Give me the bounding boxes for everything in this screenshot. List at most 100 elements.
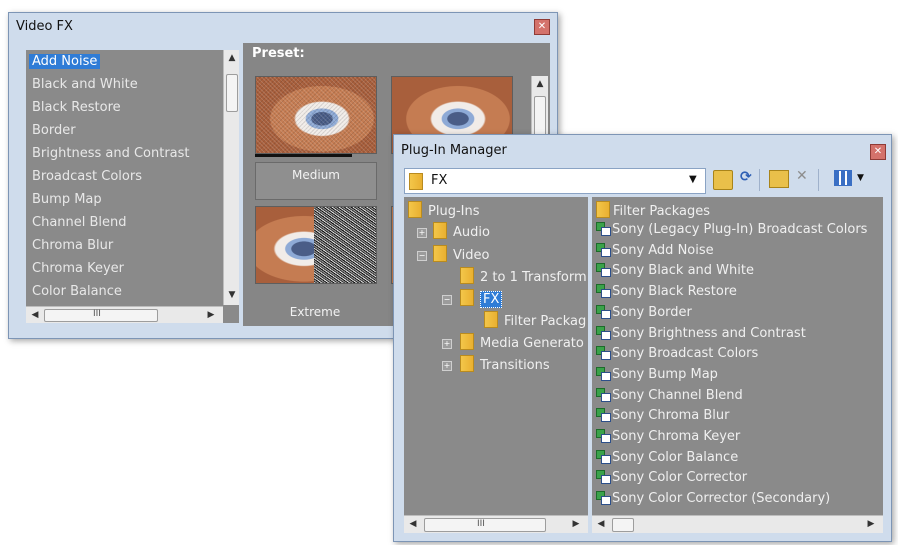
expand-plus-icon[interactable]: + xyxy=(417,228,427,238)
list-item[interactable]: Sony Add Noise xyxy=(596,242,714,258)
tree-item-video[interactable]: Video xyxy=(433,245,489,263)
plugin-icon xyxy=(596,470,611,485)
chevron-down-icon[interactable]: ▼ xyxy=(689,174,697,185)
tree-item-filter-packages[interactable]: Filter Packag xyxy=(484,311,586,329)
tree-horizontal-scrollbar[interactable]: ◀ III ▶ xyxy=(404,515,588,533)
scroll-right-arrow-icon[interactable]: ▶ xyxy=(864,519,878,529)
refresh-icon[interactable]: ⟳ xyxy=(740,169,752,185)
list-item-label: Sony Channel Blend xyxy=(612,387,743,403)
chevron-down-icon[interactable]: ▼ xyxy=(857,173,864,183)
scroll-up-arrow-icon[interactable]: ▲ xyxy=(225,53,239,63)
preset-label: Extreme xyxy=(289,305,341,319)
scroll-right-arrow-icon[interactable]: ▶ xyxy=(204,310,218,320)
effect-item[interactable]: Broadcast Colors xyxy=(32,169,142,184)
video-fx-title: Video FX xyxy=(16,19,73,34)
list-item[interactable]: Sony Brightness and Contrast xyxy=(596,325,806,341)
folder-icon xyxy=(460,267,474,284)
list-item[interactable]: Sony Border xyxy=(596,304,692,320)
tree-label: Media Generato xyxy=(480,336,584,351)
effects-list: Add Noise Black and White Black Restore … xyxy=(26,50,239,323)
tree-label: Plug-Ins xyxy=(428,204,480,219)
list-item[interactable]: Sony Channel Blend xyxy=(596,387,743,403)
scrollbar-thumb[interactable] xyxy=(612,518,634,532)
effect-item[interactable]: Chroma Blur xyxy=(32,238,113,253)
delete-icon[interactable]: ✕ xyxy=(796,168,808,184)
tree-item-2-to-1-transform[interactable]: 2 to 1 Transform xyxy=(460,267,587,285)
close-button[interactable]: ✕ xyxy=(534,19,550,35)
tree-label-selected: FX xyxy=(480,291,503,308)
up-folder-icon[interactable] xyxy=(713,170,733,190)
list-item-label: Sony Color Corrector xyxy=(612,470,748,486)
list-item[interactable]: Sony Color Balance xyxy=(596,449,739,465)
scrollbar-thumb[interactable]: III xyxy=(424,518,546,532)
selection-bar xyxy=(255,154,352,157)
list-item-label: Sony Chroma Keyer xyxy=(612,429,741,444)
folder-icon xyxy=(408,201,422,218)
preset-label-box[interactable]: Medium xyxy=(255,162,377,200)
scroll-left-arrow-icon[interactable]: ◀ xyxy=(594,519,608,529)
view-icon[interactable] xyxy=(834,170,852,186)
new-folder-icon[interactable] xyxy=(769,170,789,188)
effect-item[interactable]: Border xyxy=(32,123,76,138)
preset-thumbnail-extreme[interactable] xyxy=(255,206,377,284)
close-button[interactable]: ✕ xyxy=(870,144,886,160)
plugin-manager-titlebar[interactable]: Plug-In Manager ✕ xyxy=(394,135,891,163)
list-item[interactable]: Sony Chroma Keyer xyxy=(596,429,740,444)
list-item[interactable]: Sony Bump Map xyxy=(596,366,718,382)
noise-texture xyxy=(314,207,376,283)
collapse-minus-icon[interactable]: − xyxy=(442,295,452,305)
plugin-icon xyxy=(596,429,611,443)
effect-item[interactable]: Chroma Keyer xyxy=(32,261,124,276)
list-item[interactable]: Sony Color Corrector (Secondary) xyxy=(596,491,830,506)
scroll-down-arrow-icon[interactable]: ▼ xyxy=(225,290,239,300)
scroll-left-arrow-icon[interactable]: ◀ xyxy=(406,519,420,529)
effect-item[interactable]: Channel Blend xyxy=(32,215,127,230)
list-item[interactable]: Sony (Legacy Plug-In) Broadcast Colors xyxy=(596,222,867,237)
effect-item[interactable]: Black and White xyxy=(32,77,138,92)
effects-horizontal-scrollbar[interactable]: ◀ III ▶ xyxy=(26,306,223,323)
list-item[interactable]: Sony Color Corrector xyxy=(596,470,747,485)
tree-item-audio[interactable]: Audio xyxy=(433,222,490,240)
effect-item[interactable]: Color Balance xyxy=(32,284,122,299)
tree-label: Audio xyxy=(453,225,490,240)
tree-label: Filter Packag xyxy=(504,314,587,329)
list-item[interactable]: Sony Black and White xyxy=(596,263,754,278)
scrollbar-thumb[interactable] xyxy=(534,96,546,138)
plugin-icon xyxy=(596,387,611,402)
tree-item-transitions[interactable]: Transitions xyxy=(460,355,550,373)
list-horizontal-scrollbar[interactable]: ◀ ▶ xyxy=(592,515,883,533)
tree-item-media-generators[interactable]: Media Generato xyxy=(460,333,584,351)
folder-icon xyxy=(433,222,447,239)
collapse-minus-icon[interactable]: − xyxy=(417,251,427,261)
list-item[interactable]: Sony Broadcast Colors xyxy=(596,346,758,361)
effect-item[interactable]: Black Restore xyxy=(32,100,121,115)
list-item[interactable]: Sony Black Restore xyxy=(596,284,737,299)
expand-plus-icon[interactable]: + xyxy=(442,361,452,371)
effect-item-selected[interactable]: Add Noise xyxy=(29,54,101,69)
scrollbar-thumb[interactable]: III xyxy=(44,309,158,322)
scroll-right-arrow-icon[interactable]: ▶ xyxy=(569,519,583,529)
video-fx-titlebar[interactable]: Video FX ✕ xyxy=(9,13,557,41)
scrollbar-thumb[interactable] xyxy=(226,74,238,112)
effect-item[interactable]: Bump Map xyxy=(32,192,102,207)
toolbar-separator xyxy=(759,169,760,191)
plugin-icon xyxy=(596,346,611,361)
path-combobox[interactable]: FX ▼ xyxy=(404,168,706,194)
scroll-up-arrow-icon[interactable]: ▲ xyxy=(533,79,547,89)
tree-label: 2 to 1 Transform xyxy=(480,270,587,285)
list-item-label: Sony Color Balance xyxy=(612,449,739,465)
tree-item-plug-ins[interactable]: Plug-Ins xyxy=(408,201,479,219)
effect-item[interactable]: Brightness and Contrast xyxy=(32,146,190,161)
plugin-list: Filter Packages Sony (Legacy Plug-In) Br… xyxy=(592,197,883,533)
scroll-left-arrow-icon[interactable]: ◀ xyxy=(28,310,42,320)
expand-plus-icon[interactable]: + xyxy=(442,339,452,349)
plugin-icon xyxy=(596,408,611,423)
tree-item-fx[interactable]: FX xyxy=(460,289,503,308)
effects-vertical-scrollbar[interactable]: ▲ ▼ xyxy=(223,50,239,305)
preset-thumbnail-medium[interactable] xyxy=(255,76,377,154)
list-item[interactable]: Sony Chroma Blur xyxy=(596,408,729,423)
preset-heading: Preset: xyxy=(252,46,305,61)
noise-texture xyxy=(256,77,376,153)
list-folder-filter-packages[interactable]: Filter Packages xyxy=(596,201,710,219)
list-item-label: Sony Color Corrector (Secondary) xyxy=(612,491,831,507)
